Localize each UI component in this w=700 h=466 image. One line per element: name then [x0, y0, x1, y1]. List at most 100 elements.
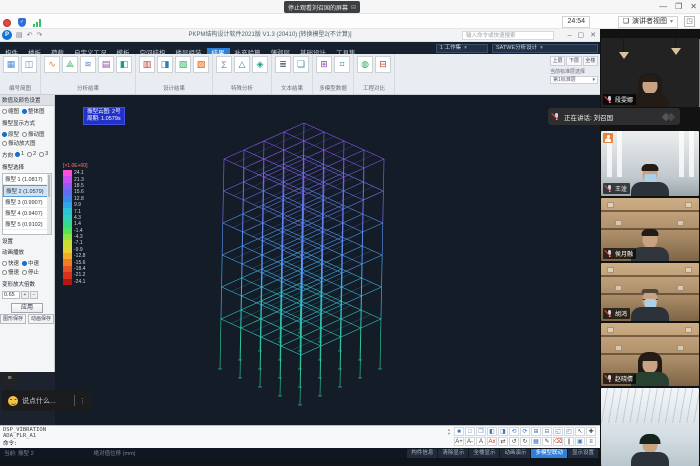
chat-more-icon[interactable]: ⋮: [79, 397, 86, 405]
view-icon[interactable]: ■: [454, 427, 464, 436]
save-button-动画保存[interactable]: 动画保存: [28, 314, 54, 324]
layer-button-下层[interactable]: 下层: [566, 56, 581, 66]
animation-speed-radio[interactable]: 慢速: [2, 268, 19, 276]
layer-button-上层[interactable]: 上层: [550, 56, 565, 66]
stop-watching-banner[interactable]: 停止观看刘召国的屏幕 ⊟: [284, 1, 360, 13]
mode-list-item[interactable]: 振型 3 (0.9907): [3, 197, 51, 208]
command-search-input[interactable]: 输入命令或快速搜索: [462, 31, 554, 40]
status-button-动画演示[interactable]: 动画演示: [500, 449, 530, 458]
view-icon[interactable]: ⊞: [531, 427, 541, 436]
toolbar-icon[interactable]: ❏: [293, 56, 309, 73]
view-icon[interactable]: ↻: [520, 437, 530, 446]
view-icon[interactable]: A+: [454, 437, 464, 446]
toolbar-icon[interactable]: ▦: [3, 56, 19, 73]
minimize-button[interactable]: —: [659, 1, 667, 13]
view-icon[interactable]: ↖: [575, 427, 585, 436]
status-button-多模型联动[interactable]: 多模型联动: [531, 449, 567, 458]
participant-video[interactable]: 段雯娜: [601, 38, 699, 107]
toolbar-icon[interactable]: △: [234, 56, 250, 73]
layer-select[interactable]: 第1标准层 ▾: [550, 76, 598, 84]
view-icon[interactable]: ◰: [564, 427, 574, 436]
direction-radio[interactable]: 3: [39, 151, 48, 157]
toolbar-icon[interactable]: ◍: [357, 56, 373, 73]
scale-value-input[interactable]: 0.65: [2, 291, 20, 299]
view-icon[interactable]: ✎: [542, 437, 552, 446]
view-icon[interactable]: ▦: [531, 437, 541, 446]
quick-access-icon[interactable]: ↷: [37, 31, 43, 40]
view-icon[interactable]: A-: [465, 437, 475, 446]
view-icon[interactable]: Ax: [487, 437, 497, 446]
display-mode-radio[interactable]: 振动图: [22, 130, 45, 138]
participant-video[interactable]: 王淦: [601, 131, 699, 196]
toolbar-icon[interactable]: ⊟: [375, 56, 391, 73]
chat-expand-button[interactable]: ≡: [2, 372, 17, 386]
toolbar-icon[interactable]: ◨: [157, 56, 173, 73]
participant-video[interactable]: [601, 388, 699, 466]
toolbar-icon[interactable]: ▤: [98, 56, 114, 73]
layer-button-全楼[interactable]: 全楼: [583, 56, 598, 66]
app-minimize-button[interactable]: –: [568, 30, 572, 41]
quick-access-icon[interactable]: ↶: [27, 31, 33, 40]
mode-list-item[interactable]: 振型 5 (0.9102): [3, 219, 51, 230]
toolbar-icon[interactable]: ⟁: [62, 56, 78, 73]
scale-increase-button[interactable]: +: [21, 291, 29, 299]
banner-menu-icon[interactable]: ⊟: [351, 4, 356, 11]
apply-button[interactable]: 应用: [11, 303, 43, 313]
toolbar-icon[interactable]: ⊞: [316, 56, 332, 73]
save-button-图形保存[interactable]: 图形保存: [0, 314, 26, 324]
command-scrollbar[interactable]: ▲▼: [446, 428, 452, 436]
participant-video[interactable]: 侯月融: [601, 198, 699, 261]
mode-list[interactable]: 振型 1 (1.0817)振型 2 (1.0579)振型 3 (0.9907) 振…: [2, 173, 52, 235]
view-icon[interactable]: ❐: [476, 427, 486, 436]
model-viewport[interactable]: 振型云图: 2号 周期: 1.0579s [×1.0E+00] 24.121.3…: [55, 95, 600, 425]
mode-list-item[interactable]: 振型 1 (1.0817): [3, 174, 51, 185]
status-button-清除显示[interactable]: 清除显示: [438, 449, 468, 458]
view-icon[interactable]: ◱: [553, 427, 563, 436]
view-icon[interactable]: ⊟: [542, 427, 552, 436]
mode-list-item[interactable]: 振型 2 (1.0579): [3, 185, 51, 197]
quick-access-icon[interactable]: ▤: [16, 31, 23, 40]
display-mode-radio[interactable]: 原型: [2, 130, 19, 138]
maximize-button[interactable]: ❐: [675, 1, 682, 13]
direction-radio[interactable]: 1: [15, 151, 24, 157]
view-scope-radio[interactable]: 缩图: [2, 107, 19, 115]
toolbar-icon[interactable]: ▥: [139, 56, 155, 73]
direction-radio[interactable]: 2: [27, 151, 36, 157]
toolbar-icon[interactable]: ▧: [175, 56, 191, 73]
module-combo[interactable]: SATWE分析设计 ▾: [492, 44, 598, 53]
status-button-显示设置[interactable]: 显示设置: [568, 449, 598, 458]
toolbar-icon[interactable]: ∿: [44, 56, 60, 73]
app-maximize-button[interactable]: ▢: [578, 30, 585, 41]
workset-combo[interactable]: 1 工作集 ▾: [436, 44, 488, 53]
participant-video[interactable]: 赵晓倩: [601, 323, 699, 386]
view-icon[interactable]: ◧: [487, 427, 497, 436]
view-icon[interactable]: ≡: [586, 437, 596, 446]
toolbar-icon[interactable]: ◫: [21, 56, 37, 73]
toolbar-icon[interactable]: ⌗: [334, 56, 350, 73]
mode-list-scrollbar[interactable]: [47, 174, 51, 234]
emoji-icon[interactable]: [8, 396, 18, 406]
toolbar-icon[interactable]: ◧: [116, 56, 132, 73]
chat-quick-input[interactable]: 说点什么... ⋮: [2, 390, 92, 411]
view-icon[interactable]: ⟲: [509, 427, 519, 436]
view-scope-radio[interactable]: 整体图: [22, 107, 45, 115]
scale-decrease-button[interactable]: −: [30, 291, 38, 299]
status-button-构件信息[interactable]: 构件信息: [407, 449, 437, 458]
fullscreen-button[interactable]: ◳: [684, 16, 695, 27]
security-shield-icon[interactable]: ✓: [18, 18, 26, 27]
view-icon[interactable]: ⌫: [553, 437, 563, 446]
view-mode-selector[interactable]: ❏ 演讲者视图 ▾: [618, 16, 678, 28]
toolbar-icon[interactable]: Σ: [216, 56, 232, 73]
command-prompt[interactable]: 命令:: [3, 439, 17, 447]
record-icon[interactable]: [3, 19, 11, 27]
toolbar-icon[interactable]: ≣: [275, 56, 291, 73]
view-icon[interactable]: □: [465, 427, 475, 436]
toolbar-icon[interactable]: ≋: [80, 56, 96, 73]
view-icon[interactable]: ◨: [498, 427, 508, 436]
close-button[interactable]: ✕: [690, 1, 697, 13]
toolbar-icon[interactable]: ◈: [252, 56, 268, 73]
animation-speed-radio[interactable]: 中速: [22, 259, 39, 267]
display-mode-radio[interactable]: 振动放大图: [2, 139, 36, 147]
animation-speed-radio[interactable]: 停止: [22, 268, 39, 276]
toolbar-icon[interactable]: ▨: [193, 56, 209, 73]
